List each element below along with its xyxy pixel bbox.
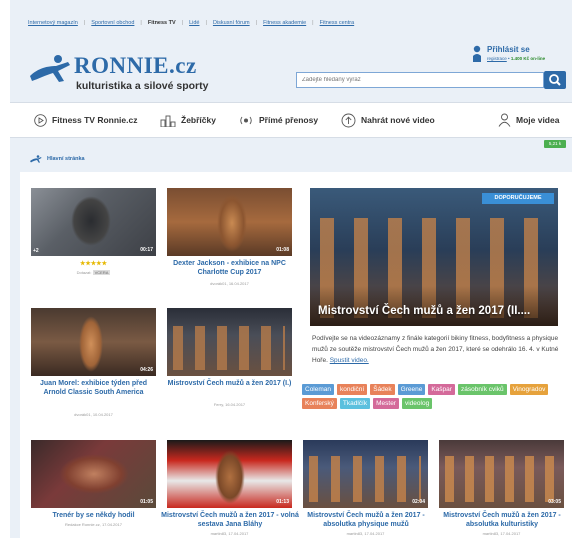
video-title[interactable]: Mistrovství Čech mužů a žen 2017 - absol… bbox=[296, 512, 436, 529]
logo-runner-icon[interactable] bbox=[28, 54, 74, 84]
video-duration: 02:04 bbox=[412, 499, 425, 505]
bonus-link[interactable]: 1.400 Kč on-line bbox=[511, 56, 545, 61]
search-button[interactable] bbox=[544, 71, 566, 89]
login-subline: registrace • 1.400 Kč on-line bbox=[487, 56, 546, 61]
nav-my-videos[interactable]: Moje videa bbox=[498, 111, 559, 129]
video-meta: Dotazat: VCERA bbox=[76, 270, 111, 275]
video-meta: martin83, 17.04.2017 bbox=[210, 531, 249, 536]
tag-link[interactable]: videolog bbox=[401, 398, 433, 409]
tag-link[interactable]: kondiční bbox=[337, 384, 368, 395]
search-icon bbox=[549, 74, 561, 86]
video-thumbnail[interactable]: 01:05 bbox=[31, 440, 156, 508]
video-thumbnail[interactable]: 01:13 bbox=[167, 440, 292, 508]
video-meta: dvorák01, 16.04.2017 bbox=[210, 281, 249, 286]
video-title[interactable]: Juan Morel: exhibice týden před Arnold C… bbox=[31, 380, 156, 397]
video-meta: dvorák01, 10.04.2017 bbox=[74, 412, 113, 417]
nav-upload[interactable]: Nahrát nové video bbox=[341, 111, 435, 129]
login-link[interactable]: Přihlásit se bbox=[487, 45, 530, 54]
status-badge: 5,21 k bbox=[544, 140, 566, 148]
video-thumbnail[interactable]: 03:05 bbox=[439, 440, 564, 508]
ranking-icon bbox=[160, 115, 176, 127]
top-link[interactable]: Diskusní fórum bbox=[213, 20, 250, 30]
top-link[interactable]: Fitness centra bbox=[320, 20, 355, 30]
tag-link[interactable]: Mester bbox=[373, 398, 399, 409]
play-icon bbox=[34, 113, 47, 127]
video-duration: 03:05 bbox=[548, 499, 561, 505]
tag-link[interactable]: Konferský bbox=[302, 398, 337, 409]
home-runner-icon bbox=[30, 155, 42, 163]
breadcrumb: Hlavní stránka bbox=[30, 155, 85, 163]
video-thumbnail[interactable]: +2 00:17 bbox=[31, 188, 156, 256]
video-thumbnail[interactable]: 04:26 bbox=[31, 308, 156, 376]
video-meta: Redakce Ronnie.cz, 17.04.2017 bbox=[65, 522, 122, 527]
top-link[interactable]: Fitness akademie bbox=[263, 20, 306, 30]
video-duration: 04:26 bbox=[140, 367, 153, 373]
view-count: +2 bbox=[33, 248, 39, 254]
video-duration: 01:08 bbox=[276, 247, 289, 253]
video-title[interactable]: Mistrovství Čech mužů a žen 2017 - absol… bbox=[432, 512, 572, 529]
tag-link[interactable]: Kašpar bbox=[428, 384, 455, 395]
top-link[interactable]: Lidé bbox=[189, 20, 199, 30]
video-duration: 01:13 bbox=[276, 499, 289, 505]
video-title[interactable]: Mistrovství Čech mužů a žen 2017 (I.) bbox=[167, 380, 292, 389]
nav-fitness-tv[interactable]: Fitness TV Ronnie.cz bbox=[34, 111, 138, 129]
featured-description: Podívejte se na videozáznamy z finále ka… bbox=[312, 335, 559, 364]
rating-stars: ★★★★★ bbox=[80, 261, 107, 267]
featured-badge: DOPORUČUJEME bbox=[482, 193, 554, 204]
video-thumbnail[interactable]: 01:08 bbox=[167, 188, 292, 256]
breadcrumb-home[interactable]: Hlavní stránka bbox=[47, 156, 85, 162]
video-duration: 00:17 bbox=[140, 247, 153, 253]
tag-link[interactable]: Šádek bbox=[370, 384, 395, 395]
tag-link[interactable]: zásobník cviků bbox=[457, 384, 507, 395]
tag-link[interactable]: Greene bbox=[397, 384, 426, 395]
tag-link[interactable]: Tkadlčík bbox=[339, 398, 371, 409]
user-outline-icon bbox=[498, 113, 511, 127]
play-video-link[interactable]: Spustit video. bbox=[330, 357, 369, 364]
search-input[interactable] bbox=[296, 72, 544, 88]
video-title[interactable]: Mistrovství Čech mužů a žen 2017 - volná… bbox=[160, 512, 300, 529]
featured-title[interactable]: Mistrovství Čech mužů a žen 2017 (II.... bbox=[318, 305, 530, 317]
site-tagline: kulturistika a silové sporty bbox=[76, 80, 209, 92]
top-link-active[interactable]: Fitness TV bbox=[148, 20, 176, 30]
video-duration: 01:05 bbox=[140, 499, 153, 505]
tag-cloud: Coleman kondiční Šádek Greene Kašpar zásobník… bbox=[302, 384, 564, 409]
top-link[interactable]: Internetový magazín bbox=[28, 20, 78, 30]
top-links: Internetový magazín | Sportovní obchod | F… bbox=[28, 20, 354, 30]
user-icon[interactable] bbox=[472, 45, 482, 63]
video-meta: martin83, 17.04.2017 bbox=[346, 531, 385, 536]
video-title[interactable]: Dexter Jackson - exhibice na NPC Charlot… bbox=[167, 260, 292, 277]
nav-rankings[interactable]: Žebříčky bbox=[160, 111, 216, 129]
video-thumbnail[interactable] bbox=[167, 308, 292, 376]
nav-live[interactable]: Přímé přenosy bbox=[238, 111, 318, 129]
top-link[interactable]: Sportovní obchod bbox=[91, 20, 134, 30]
tag-link[interactable]: Vinogradov bbox=[509, 384, 549, 395]
upload-icon bbox=[341, 113, 356, 127]
register-link[interactable]: registrace bbox=[487, 56, 507, 61]
video-thumbnail[interactable]: 02:04 bbox=[303, 440, 428, 508]
video-meta: Ferry, 16.04.2017 bbox=[213, 402, 246, 407]
site-logo[interactable]: RONNIE.cz bbox=[74, 53, 197, 79]
video-title[interactable]: Trenér by se někdy hodil bbox=[31, 512, 156, 521]
tag-link[interactable]: Coleman bbox=[302, 384, 335, 395]
live-icon bbox=[240, 116, 252, 124]
video-meta: martin83, 17.04.2017 bbox=[482, 531, 521, 536]
